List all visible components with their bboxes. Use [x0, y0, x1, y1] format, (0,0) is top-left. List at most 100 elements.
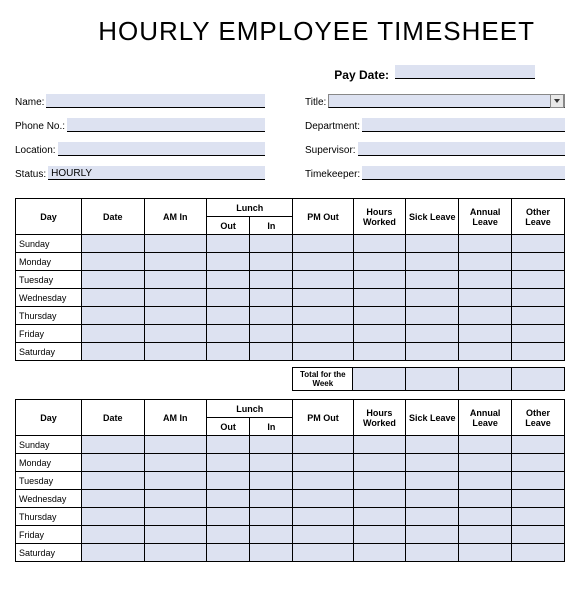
- data-cell[interactable]: [353, 289, 406, 307]
- data-cell[interactable]: [144, 235, 206, 253]
- data-cell[interactable]: [250, 544, 293, 562]
- data-cell[interactable]: [406, 271, 459, 289]
- data-cell[interactable]: [293, 490, 353, 508]
- data-cell[interactable]: [353, 526, 406, 544]
- data-cell[interactable]: [82, 490, 144, 508]
- data-cell[interactable]: [206, 307, 249, 325]
- data-cell[interactable]: [250, 490, 293, 508]
- data-cell[interactable]: [353, 544, 406, 562]
- pay-date-input[interactable]: [395, 65, 535, 79]
- data-cell[interactable]: [353, 235, 406, 253]
- location-input[interactable]: [58, 142, 265, 156]
- department-input[interactable]: [362, 118, 565, 132]
- data-cell[interactable]: [459, 235, 512, 253]
- data-cell[interactable]: [353, 325, 406, 343]
- data-cell[interactable]: [144, 490, 206, 508]
- data-cell[interactable]: [459, 472, 512, 490]
- data-cell[interactable]: [353, 454, 406, 472]
- data-cell[interactable]: [293, 454, 353, 472]
- data-cell[interactable]: [206, 343, 249, 361]
- data-cell[interactable]: [206, 544, 249, 562]
- data-cell[interactable]: [293, 325, 353, 343]
- data-cell[interactable]: [512, 490, 565, 508]
- data-cell[interactable]: [353, 508, 406, 526]
- data-cell[interactable]: [206, 235, 249, 253]
- data-cell[interactable]: [406, 289, 459, 307]
- data-cell[interactable]: [293, 343, 353, 361]
- data-cell[interactable]: [459, 271, 512, 289]
- data-cell[interactable]: [144, 454, 206, 472]
- data-cell[interactable]: [459, 253, 512, 271]
- data-cell[interactable]: [250, 307, 293, 325]
- data-cell[interactable]: [406, 472, 459, 490]
- data-cell[interactable]: [512, 307, 565, 325]
- data-cell[interactable]: [406, 508, 459, 526]
- name-input[interactable]: [46, 94, 265, 108]
- data-cell[interactable]: [82, 325, 144, 343]
- data-cell[interactable]: [144, 289, 206, 307]
- data-cell[interactable]: [353, 436, 406, 454]
- data-cell[interactable]: [512, 526, 565, 544]
- data-cell[interactable]: [512, 289, 565, 307]
- data-cell[interactable]: [206, 454, 249, 472]
- phone-input[interactable]: [67, 118, 265, 132]
- title-dropdown[interactable]: [328, 94, 565, 108]
- data-cell[interactable]: [82, 436, 144, 454]
- data-cell[interactable]: [512, 271, 565, 289]
- data-cell[interactable]: [144, 508, 206, 526]
- data-cell[interactable]: [206, 325, 249, 343]
- total-other[interactable]: [512, 368, 565, 391]
- data-cell[interactable]: [353, 472, 406, 490]
- data-cell[interactable]: [512, 544, 565, 562]
- data-cell[interactable]: [250, 325, 293, 343]
- data-cell[interactable]: [144, 526, 206, 544]
- data-cell[interactable]: [293, 289, 353, 307]
- data-cell[interactable]: [250, 289, 293, 307]
- data-cell[interactable]: [406, 343, 459, 361]
- data-cell[interactable]: [512, 472, 565, 490]
- data-cell[interactable]: [144, 307, 206, 325]
- data-cell[interactable]: [144, 472, 206, 490]
- data-cell[interactable]: [293, 436, 353, 454]
- data-cell[interactable]: [144, 253, 206, 271]
- data-cell[interactable]: [459, 454, 512, 472]
- data-cell[interactable]: [206, 289, 249, 307]
- data-cell[interactable]: [206, 271, 249, 289]
- data-cell[interactable]: [250, 271, 293, 289]
- data-cell[interactable]: [512, 343, 565, 361]
- data-cell[interactable]: [353, 271, 406, 289]
- data-cell[interactable]: [512, 325, 565, 343]
- data-cell[interactable]: [353, 253, 406, 271]
- data-cell[interactable]: [293, 253, 353, 271]
- data-cell[interactable]: [406, 253, 459, 271]
- data-cell[interactable]: [250, 526, 293, 544]
- data-cell[interactable]: [406, 454, 459, 472]
- data-cell[interactable]: [512, 454, 565, 472]
- data-cell[interactable]: [82, 472, 144, 490]
- data-cell[interactable]: [459, 289, 512, 307]
- total-annual[interactable]: [459, 368, 512, 391]
- data-cell[interactable]: [406, 307, 459, 325]
- data-cell[interactable]: [512, 508, 565, 526]
- data-cell[interactable]: [144, 544, 206, 562]
- data-cell[interactable]: [293, 235, 353, 253]
- status-input[interactable]: HOURLY: [48, 166, 265, 180]
- data-cell[interactable]: [459, 508, 512, 526]
- data-cell[interactable]: [293, 307, 353, 325]
- data-cell[interactable]: [293, 544, 353, 562]
- data-cell[interactable]: [206, 490, 249, 508]
- data-cell[interactable]: [82, 454, 144, 472]
- data-cell[interactable]: [82, 526, 144, 544]
- data-cell[interactable]: [293, 508, 353, 526]
- data-cell[interactable]: [293, 271, 353, 289]
- data-cell[interactable]: [82, 271, 144, 289]
- data-cell[interactable]: [250, 454, 293, 472]
- data-cell[interactable]: [144, 436, 206, 454]
- data-cell[interactable]: [353, 307, 406, 325]
- data-cell[interactable]: [459, 526, 512, 544]
- data-cell[interactable]: [459, 490, 512, 508]
- data-cell[interactable]: [82, 508, 144, 526]
- data-cell[interactable]: [250, 436, 293, 454]
- timekeeper-input[interactable]: [362, 166, 565, 180]
- data-cell[interactable]: [250, 253, 293, 271]
